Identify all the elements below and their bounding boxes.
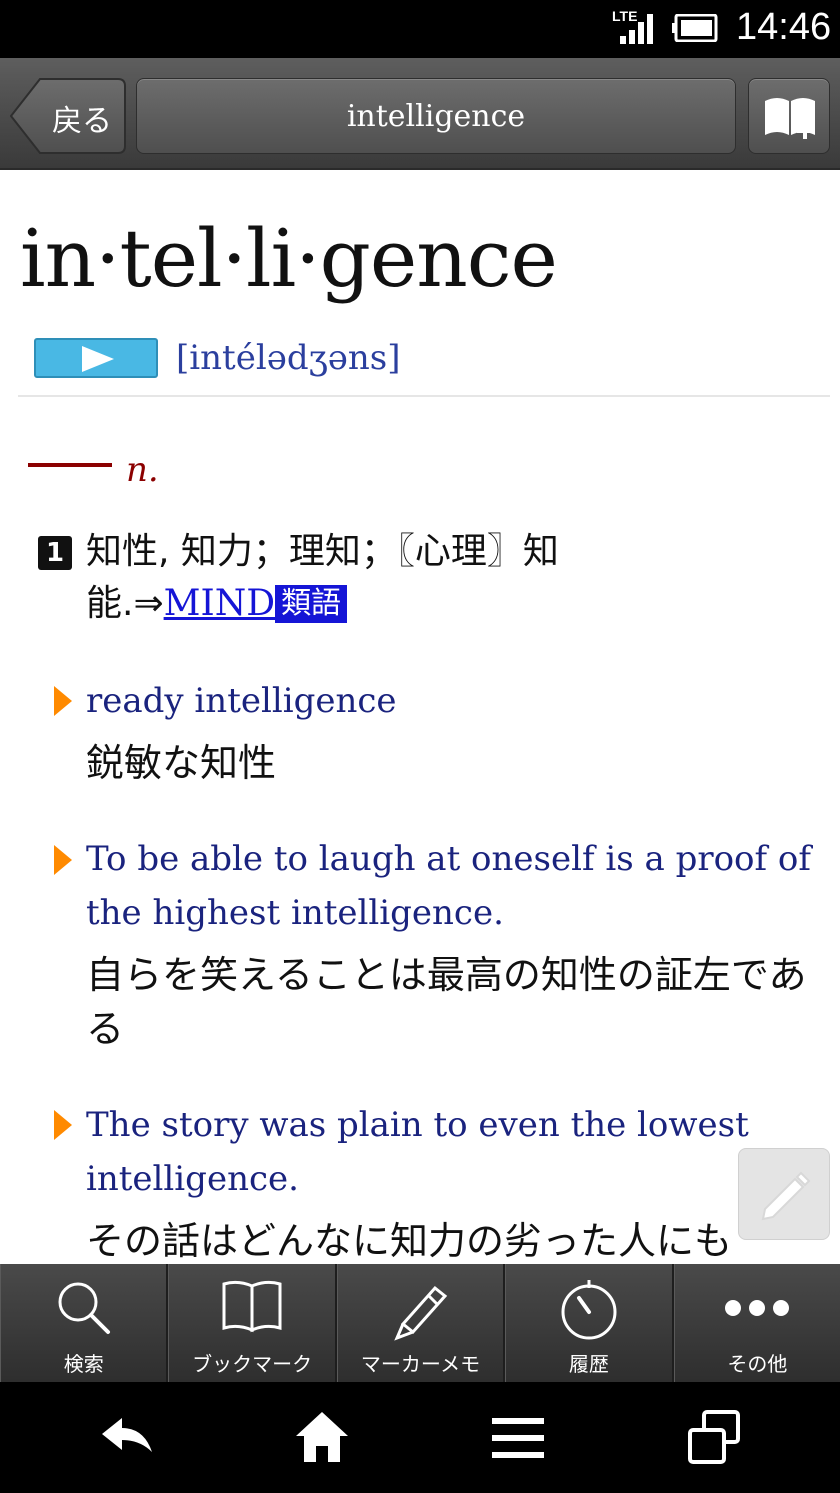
bottom-tab-bar: 検索 ブックマーク マーカーメモ 履歴 その他 [0, 1264, 840, 1382]
tab-label: ブックマーク [192, 1352, 313, 1376]
history-icon [561, 1280, 617, 1340]
example-marker-icon [54, 1110, 72, 1140]
sense-number-badge: 1 [38, 536, 72, 570]
nav-recents-button[interactable] [684, 1408, 744, 1468]
more-icon [725, 1300, 790, 1316]
status-bar: LTE 14:46 [0, 0, 840, 58]
sense-definition: 知性, 知力；理知；〖心理〗知能.⇒MIND 類語 [86, 526, 646, 630]
tab-more[interactable]: その他 [673, 1264, 840, 1382]
back-button[interactable]: 戻る [10, 78, 126, 154]
search-title-field[interactable]: intelligence [136, 78, 736, 154]
tab-label: 履歴 [568, 1352, 609, 1376]
pos-rule [28, 463, 112, 467]
system-nav-bar [0, 1382, 840, 1493]
recents-icon [688, 1410, 740, 1464]
add-bookmark-button[interactable] [748, 78, 830, 154]
tab-marker-memo[interactable]: マーカーメモ [336, 1264, 506, 1382]
headword: in·tel·li·gence [20, 212, 558, 305]
entry-content[interactable]: in·tel·li·gence [intélədʒəns] n. 1 知性, 知… [0, 170, 840, 1264]
book-add-icon [765, 98, 815, 139]
top-toolbar: 戻る intelligence [0, 58, 840, 170]
tab-history[interactable]: 履歴 [505, 1264, 674, 1382]
example-english: The story was plain to even the lowest i… [86, 1105, 749, 1199]
cross-ref-link[interactable]: MIND [164, 583, 275, 624]
example-japanese: その話はどんなに知力の劣った人にも [86, 1219, 733, 1263]
tab-label: マーカーメモ [360, 1352, 481, 1376]
marker-memo-button[interactable] [738, 1148, 830, 1240]
back-button-label: 戻る [52, 104, 112, 139]
nav-back-button[interactable] [98, 1408, 158, 1468]
example-english: To be able to laugh at oneself is a proo… [86, 839, 811, 933]
play-pronunciation-button[interactable] [34, 338, 158, 378]
menu-icon [492, 1418, 544, 1458]
tab-bookmark[interactable]: ブックマーク [168, 1264, 337, 1382]
example-english: ready intelligence [86, 681, 397, 721]
pencil-icon [761, 1171, 811, 1221]
play-icon [82, 346, 114, 372]
pen-icon [393, 1285, 447, 1341]
home-icon [296, 1412, 348, 1462]
nav-home-button[interactable] [292, 1408, 352, 1468]
tab-label: その他 [727, 1352, 788, 1376]
example-marker-icon [54, 845, 72, 875]
example-japanese: 鋭敏な知性 [86, 741, 277, 785]
divider [18, 395, 830, 397]
pronunciation: [intélədʒəns] [176, 338, 401, 378]
search-icon [58, 1282, 110, 1334]
signal-icon [620, 14, 653, 44]
part-of-speech: n. [126, 450, 159, 490]
example-marker-icon [54, 686, 72, 716]
tab-search[interactable]: 検索 [0, 1264, 169, 1382]
battery-icon [672, 14, 718, 42]
clock: 14:46 [736, 6, 832, 48]
tab-label: 検索 [63, 1352, 104, 1376]
synonym-tag[interactable]: 類語 [275, 585, 348, 623]
book-icon [222, 1280, 282, 1333]
nav-menu-button[interactable] [488, 1408, 548, 1468]
back-arrow-icon [102, 1418, 152, 1452]
example-japanese: 自らを笑えることは最高の知性の証左である [86, 953, 807, 1051]
